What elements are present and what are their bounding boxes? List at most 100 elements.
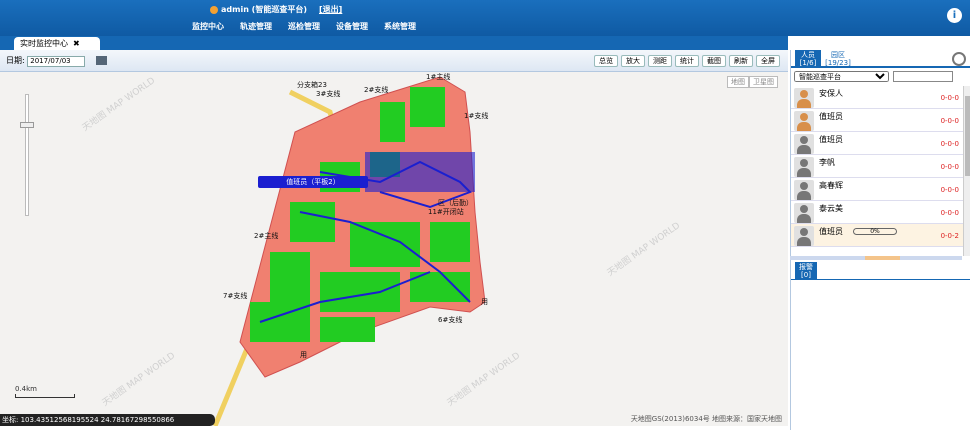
map-label: 6#支线 <box>438 316 463 324</box>
scale-bar <box>15 394 75 398</box>
fullscreen-button[interactable]: 全屏 <box>756 55 780 67</box>
highlight-area <box>365 152 475 192</box>
tab-park-label: 园区 <box>831 51 845 59</box>
org-select[interactable]: 智能巡查平台 <box>794 71 889 82</box>
alarm-label: 报警 <box>799 263 813 271</box>
user-info: admin (智能巡查平台) [退出] <box>210 4 342 15</box>
nav-track[interactable]: 轨迹管理 <box>240 21 272 32</box>
tab-personnel-label: 人员 <box>801 51 815 59</box>
map-label: 1#主线 <box>426 73 451 81</box>
tab-bar: 实时监控中心 ✖ <box>0 36 788 50</box>
avatar <box>794 134 814 154</box>
map-label: 7#支线 <box>223 292 248 300</box>
tab-personnel[interactable]: 人员 [1/6] <box>795 50 821 67</box>
map-canvas[interactable] <box>0 72 788 426</box>
map-copyright: 天地图GS(2013)6034号 地图来源：国家天地图 <box>630 415 782 423</box>
tab-realtime-monitor[interactable]: 实时监控中心 ✖ <box>14 37 100 50</box>
list-item[interactable]: 高春辉 0-0-0 <box>791 178 963 201</box>
list-item[interactable]: 值班员 0% 0-0-2 <box>791 224 963 247</box>
person-name: 高春辉 <box>819 181 843 190</box>
personnel-filter: 智能巡查平台 <box>791 68 970 82</box>
date-label: 日期: <box>6 56 25 65</box>
person-name: 李帆 <box>819 158 835 167</box>
right-panel: 人员 [1/6] 园区 [19/23] 智能巡查平台 安保人 0-0-0 值班员 0-0… <box>790 50 970 430</box>
scale-label: 0.4km <box>15 385 38 393</box>
nav-system[interactable]: 系统管理 <box>384 21 416 32</box>
username: admin (智能巡查平台) <box>221 5 307 14</box>
map-label: 用 <box>481 298 488 306</box>
date-input[interactable] <box>27 55 86 67</box>
zoom-track[interactable] <box>25 94 29 216</box>
avatar <box>794 111 814 131</box>
close-icon[interactable]: ✖ <box>73 39 80 48</box>
avatar <box>794 157 814 177</box>
top-header: admin (智能巡查平台) [退出] 监控中心 轨迹管理 巡检管理 设备管理 系… <box>0 0 970 36</box>
map-label: 3#支线 <box>316 90 341 98</box>
coords-value: 103.43512568195524 24.78167298550866 <box>20 416 175 424</box>
zoom-knob[interactable] <box>20 122 34 128</box>
alarm-tab[interactable]: 报警 [0] <box>795 262 817 280</box>
panel-hscrollbar[interactable] <box>790 256 962 260</box>
person-name: 值班员 <box>819 112 843 121</box>
zoom-in-button[interactable]: 放大 <box>621 55 645 67</box>
map-label: 2#主线 <box>254 232 279 240</box>
avatar <box>794 180 814 200</box>
map-type-switch: 地图 卫星图 <box>727 76 778 88</box>
date-filter: 日期: <box>6 55 107 67</box>
map-scale: 0.4km <box>15 385 75 398</box>
person-popup[interactable]: 值班员（平板2） <box>258 176 368 188</box>
search-input[interactable] <box>893 71 953 82</box>
search-icon[interactable] <box>952 52 966 66</box>
calendar-icon[interactable] <box>95 56 107 65</box>
person-status: 0-0-0 <box>940 140 959 148</box>
list-item[interactable]: 泰云美 0-0-0 <box>791 201 963 224</box>
map-type-satellite[interactable]: 卫星图 <box>749 76 778 88</box>
map-type-normal[interactable]: 地图 <box>727 76 749 88</box>
person-status: 0-0-2 <box>940 232 959 240</box>
overview-button[interactable]: 总览 <box>594 55 618 67</box>
tab-label: 实时监控中心 <box>20 39 68 48</box>
measure-button[interactable]: 测距 <box>648 55 672 67</box>
list-item[interactable]: 李帆 0-0-0 <box>791 155 963 178</box>
person-status: 0-0-0 <box>940 94 959 102</box>
panel-tabs: 人员 [1/6] 园区 [19/23] <box>791 50 970 68</box>
list-item[interactable]: 值班员 0-0-0 <box>791 132 963 155</box>
list-item[interactable]: 值班员 0-0-0 <box>791 109 963 132</box>
zoom-slider[interactable] <box>20 94 34 216</box>
statistics-button[interactable]: 统计 <box>675 55 699 67</box>
coords-label: 坐标: <box>2 416 19 424</box>
tab-park[interactable]: 园区 [19/23] <box>825 50 851 67</box>
avatar <box>794 226 814 246</box>
screenshot-button[interactable]: 截图 <box>702 55 726 67</box>
toolbar: 日期: 总览 放大 测距 统计 截图 刷新 全屏 <box>0 50 788 72</box>
scroll-thumb[interactable] <box>965 96 970 176</box>
nav-device[interactable]: 设备管理 <box>336 21 368 32</box>
map-label: 11#开闭站 <box>428 208 464 216</box>
info-icon[interactable]: i <box>947 8 962 23</box>
map-tools: 总览 放大 测距 统计 截图 刷新 全屏 <box>594 55 780 67</box>
person-status: 0-0-0 <box>940 186 959 194</box>
map-label: 2#支线 <box>364 86 389 94</box>
person-status: 0-0-0 <box>940 117 959 125</box>
personnel-list: 安保人 0-0-0 值班员 0-0-0 值班员 0-0-0 李帆 0-0-0 高春辉 0-… <box>791 86 963 256</box>
list-scrollbar[interactable] <box>963 86 970 256</box>
coordinate-readout: 坐标: 103.43512568195524 24.78167298550866 <box>0 414 215 426</box>
tab-park-count: [19/23] <box>825 59 851 67</box>
avatar <box>794 203 814 223</box>
user-icon <box>210 5 218 14</box>
person-status: 0-0-0 <box>940 163 959 171</box>
alarm-count: [0] <box>801 271 811 279</box>
main-nav: 监控中心 轨迹管理 巡检管理 设备管理 系统管理 <box>192 21 416 32</box>
list-item[interactable]: 安保人 0-0-0 <box>791 86 963 109</box>
refresh-button[interactable]: 刷新 <box>729 55 753 67</box>
nav-inspection[interactable]: 巡检管理 <box>288 21 320 32</box>
tab-personnel-count: [1/6] <box>799 59 817 67</box>
alarm-section: 报警 [0] <box>791 262 970 280</box>
map-view[interactable]: 地图 卫星图 值班员（平板2） 分支箱23 1#主线 2#支线 3#支线 1#支… <box>0 72 788 426</box>
logout-link[interactable]: [退出] <box>319 5 342 14</box>
person-name: 值班员 <box>819 135 843 144</box>
person-name: 值班员 <box>819 227 843 236</box>
person-status: 0-0-0 <box>940 209 959 217</box>
progress-bar: 0% <box>853 228 897 235</box>
nav-monitor[interactable]: 监控中心 <box>192 21 224 32</box>
